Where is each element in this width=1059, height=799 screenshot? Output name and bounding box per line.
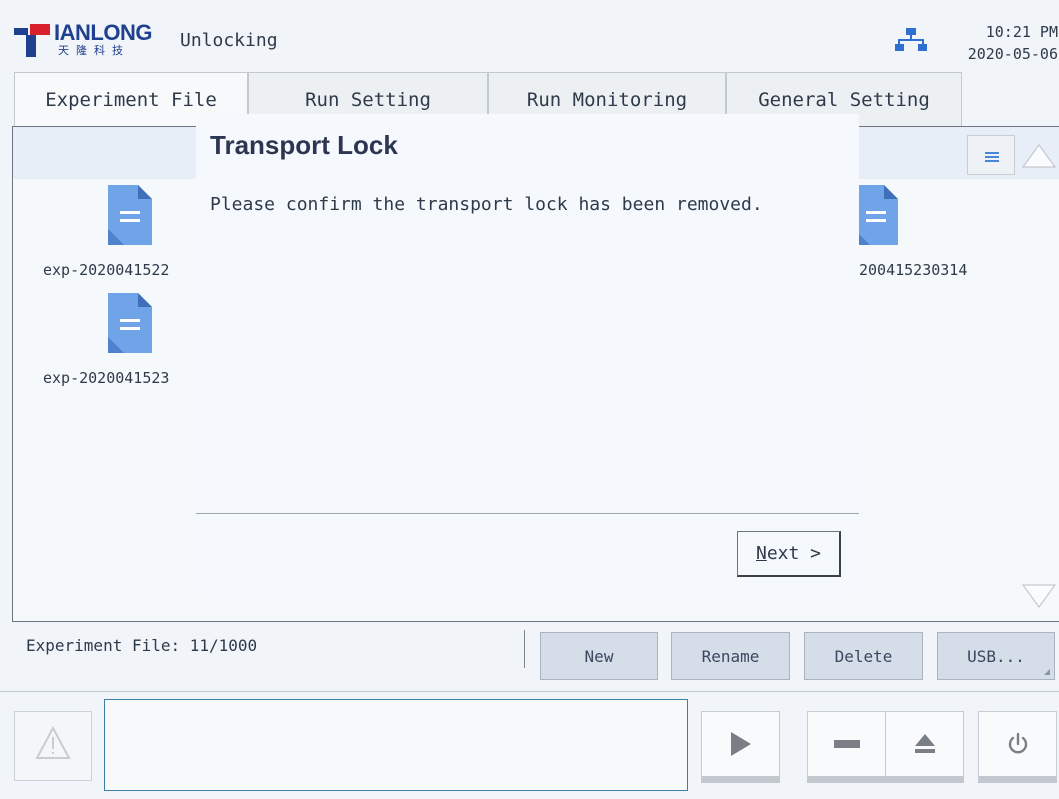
tianlong-logo: IANLONG 天隆科技 — [14, 20, 174, 60]
bottom-divider — [0, 691, 1059, 692]
next-button[interactable]: Next > — [737, 531, 841, 577]
logo-subtitle: 天隆科技 — [58, 44, 130, 57]
list-view-button[interactable] — [967, 135, 1015, 175]
document-icon — [108, 293, 152, 353]
warning-button[interactable] — [14, 711, 92, 781]
scroll-up-button[interactable] — [1017, 135, 1059, 175]
transport-lock-dialog: Transport Lock Please confirm the transp… — [196, 114, 859, 594]
warning-icon — [35, 725, 71, 759]
file-toolbar: Experiment File: 11/1000 New Rename Dele… — [0, 622, 1059, 680]
dialog-message: Please confirm the transport lock has be… — [210, 194, 763, 215]
play-icon — [730, 732, 751, 756]
file-label: 200415230314 — [859, 261, 968, 279]
eject-button[interactable] — [885, 711, 964, 783]
clock-time: 10:21 PM — [985, 23, 1058, 41]
power-icon — [1008, 732, 1027, 754]
next-label: ext > — [766, 543, 822, 564]
usb-label: USB... — [967, 647, 1025, 666]
eject-icon — [914, 734, 935, 753]
document-icon — [854, 185, 898, 245]
play-button[interactable] — [701, 711, 780, 783]
dialog-divider — [196, 513, 859, 514]
usb-button[interactable]: USB... — [937, 632, 1055, 680]
clock-date: 2020-05-06 — [967, 45, 1058, 63]
scroll-down-button[interactable] — [1017, 577, 1059, 617]
file-item[interactable]: exp-2020041523 — [13, 293, 213, 393]
next-mnemonic: N — [755, 543, 767, 564]
document-icon — [108, 185, 152, 245]
corner-marker-icon — [1044, 669, 1050, 675]
triangle-down-icon — [1022, 584, 1056, 608]
rename-button[interactable]: Rename — [671, 632, 790, 680]
instrument-status: Unlocking — [180, 30, 278, 51]
delete-button[interactable]: Delete — [804, 632, 923, 680]
stop-button[interactable] — [807, 711, 886, 783]
clock: 10:21 PM 2020-05-06 — [946, 21, 1058, 65]
file-count: Experiment File: 11/1000 — [26, 636, 258, 655]
dialog-title: Transport Lock — [210, 130, 398, 160]
stop-icon — [833, 740, 860, 748]
file-item[interactable]: exp-2020041522 — [13, 185, 213, 285]
new-button[interactable]: New — [540, 632, 658, 680]
title-bar: IANLONG 天隆科技 Unlocking 10:21 PM 2020-05-… — [0, 0, 1059, 72]
message-box — [104, 699, 688, 791]
network-icon[interactable] — [895, 27, 927, 53]
toolbar-separator — [524, 630, 525, 668]
list-icon — [985, 152, 999, 162]
power-button[interactable] — [978, 711, 1057, 783]
logo-mark-icon — [14, 24, 50, 57]
triangle-up-icon — [1022, 144, 1056, 168]
